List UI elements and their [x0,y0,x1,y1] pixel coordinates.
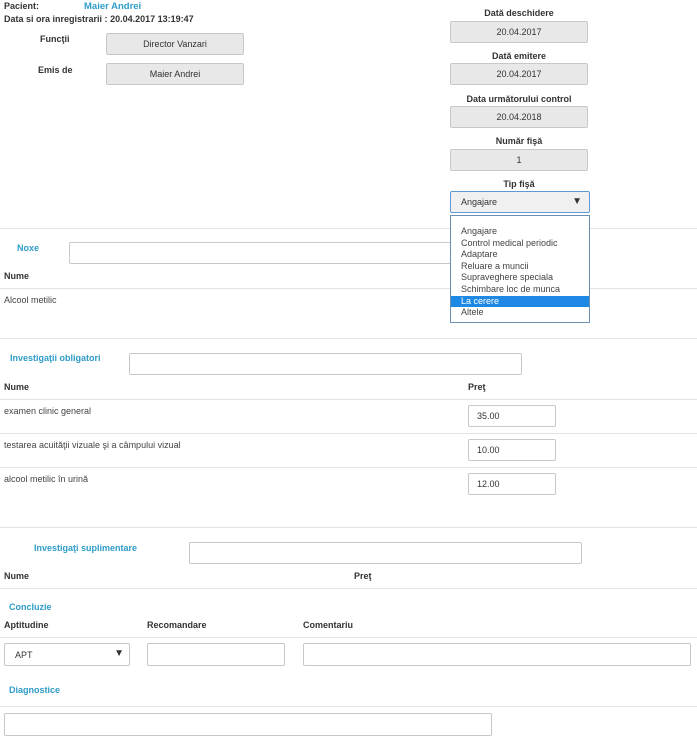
noxe-search-input[interactable] [69,242,451,264]
data-control-field: 20.04.2018 [450,106,588,128]
divider [0,228,697,229]
divider [0,338,697,339]
recomandare-label: Recomandare [147,620,207,630]
data-control-label: Data următorului control [466,94,572,104]
registration-value: 20.04.2017 13:19:47 [110,14,194,24]
divider [0,637,697,638]
patient-label: Pacient: [4,1,39,11]
aptitudine-label: Aptitudine [4,620,49,630]
functii-label: Funcţii [40,34,70,44]
registration-label: Data si ora inregistrarii : [4,14,108,24]
investigatii-col-name: Nume [4,382,30,392]
aptitudine-select[interactable]: APT ▼ [4,643,130,666]
data-deschidere-field: 20.04.2017 [450,21,588,43]
dropdown-option-altele[interactable]: Altele [451,307,589,319]
registration-info: Data si ora inregistrarii : 20.04.2017 1… [4,14,194,24]
divider [0,706,697,707]
emis-de-field: Maier Andrei [106,63,244,85]
investigatii-suplimentare-input[interactable] [189,542,582,564]
dropdown-option-adaptare[interactable]: Adaptare [451,249,589,261]
investigation-name: alcool metilic în urină [4,474,89,484]
tip-fisa-selected: Angajare [461,197,498,207]
suplimentare-col-price: Preţ [354,571,372,581]
data-emitere-label: Dată emitere [491,51,547,61]
dropdown-option-reluare-a-muncii[interactable]: Reluare a muncii [451,261,589,273]
patient-label-text: Pacient: [4,1,40,11]
chevron-down-icon: ▼ [572,196,582,207]
divider [0,288,697,289]
noxe-title: Noxe [17,243,40,253]
data-deschidere-label: Dată deschidere [484,8,554,18]
comentariu-label: Comentariu [303,620,354,630]
aptitudine-selected: APT [15,650,33,660]
tip-fisa-label: Tip fişă [503,179,535,189]
divider [0,433,697,434]
dropdown-spacer [451,216,589,226]
investigatii-obligatorii-input[interactable] [129,353,522,375]
emis-de-label: Emis de [38,65,73,75]
tip-fisa-dropdown-list[interactable]: Angajare Control medical periodic Adapta… [450,215,590,323]
investigation-name: testarea acuităţii vizuale şi a câmpului… [4,440,181,450]
recomandare-input[interactable] [147,643,285,666]
suplimentare-col-name: Nume [4,571,30,581]
dropdown-option-schimbare-loc-de-munca[interactable]: Schimbare loc de munca [451,284,589,296]
dropdown-option-la-cerere[interactable]: La cerere [451,295,589,308]
investigatii-col-price: Preţ [468,382,486,392]
investigation-price-input[interactable]: 10.00 [468,439,556,461]
dropdown-option-angajare[interactable]: Angajare [451,226,589,238]
divider [0,588,697,589]
investigatii-obligatorii-title: Investigaţii obligatori [10,353,101,363]
dropdown-option-supraveghere-speciala[interactable]: Supraveghere speciala [451,272,589,284]
diagnostice-input[interactable] [4,713,492,736]
divider [0,467,697,468]
numar-fisa-field: 1 [450,149,588,171]
comentariu-input[interactable] [303,643,691,666]
divider [0,527,697,528]
divider [0,399,697,400]
patient-name: Maier Andrei [84,1,142,12]
noxe-row-name: Alcool metilic [4,295,57,305]
investigatii-suplimentare-title: Investigaţi suplimentare [34,543,138,553]
investigation-price-input[interactable]: 12.00 [468,473,556,495]
functii-field: Director Vanzari [106,33,244,55]
diagnostice-title: Diagnostice [9,685,61,695]
concluzie-title: Concluzie [9,602,52,612]
chevron-down-icon: ▼ [114,648,124,659]
noxe-col-name: Nume [4,271,30,281]
dropdown-option-control-medical-periodic[interactable]: Control medical periodic [451,238,589,250]
data-emitere-field: 20.04.2017 [450,63,588,85]
investigation-name: examen clinic general [4,406,92,416]
investigation-price-input[interactable]: 35.00 [468,405,556,427]
numar-fisa-label: Număr fişă [495,136,543,146]
tip-fisa-select[interactable]: Angajare ▼ [450,191,590,213]
